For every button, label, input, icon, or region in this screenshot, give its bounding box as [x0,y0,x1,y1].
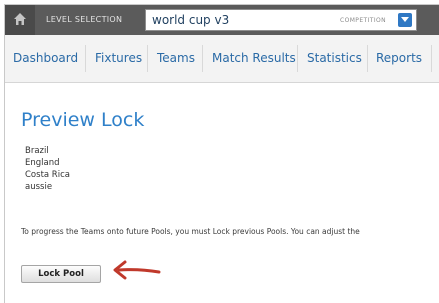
lock-pool-button[interactable]: Lock Pool [21,265,101,283]
home-icon [14,13,26,25]
nav-divider [147,45,148,72]
chevron-down-icon [401,17,409,22]
team-list-item: Brazil [25,146,49,156]
nav-statistics[interactable]: Statistics [307,35,362,82]
arrow-left-icon [113,260,161,280]
team-list-item: England [25,158,60,168]
nav-divider [202,45,203,72]
main-nav: Dashboard Fixtures Teams Match Results S… [5,35,439,83]
nav-divider [431,45,432,72]
team-list: Brazil England Costa Rica aussie [25,145,70,193]
nav-divider [297,45,298,72]
nav-teams[interactable]: Teams [157,35,195,82]
team-list-item: Costa Rica [25,170,70,180]
level-selector-value: world cup v3 [152,13,230,27]
nav-dashboard[interactable]: Dashboard [13,35,78,82]
home-button[interactable] [5,5,35,35]
top-bar: LEVEL SELECTION world cup v3 COMPETITION [5,5,439,35]
nav-reports[interactable]: Reports [376,35,422,82]
nav-fixtures[interactable]: Fixtures [95,35,142,82]
nav-match-results[interactable]: Match Results [212,35,296,82]
app-window: LEVEL SELECTION world cup v3 COMPETITION… [4,4,439,303]
level-dropdown-button[interactable] [398,13,412,27]
level-selection-label: LEVEL SELECTION [46,15,123,24]
level-selector[interactable]: world cup v3 COMPETITION [145,9,417,31]
team-list-item: aussie [25,182,53,192]
nav-divider [367,45,368,72]
page-title: Preview Lock [21,109,145,131]
nav-divider [85,45,86,72]
competition-label: COMPETITION [340,17,386,24]
instruction-text: To progress the Teams onto future Pools,… [21,227,360,236]
